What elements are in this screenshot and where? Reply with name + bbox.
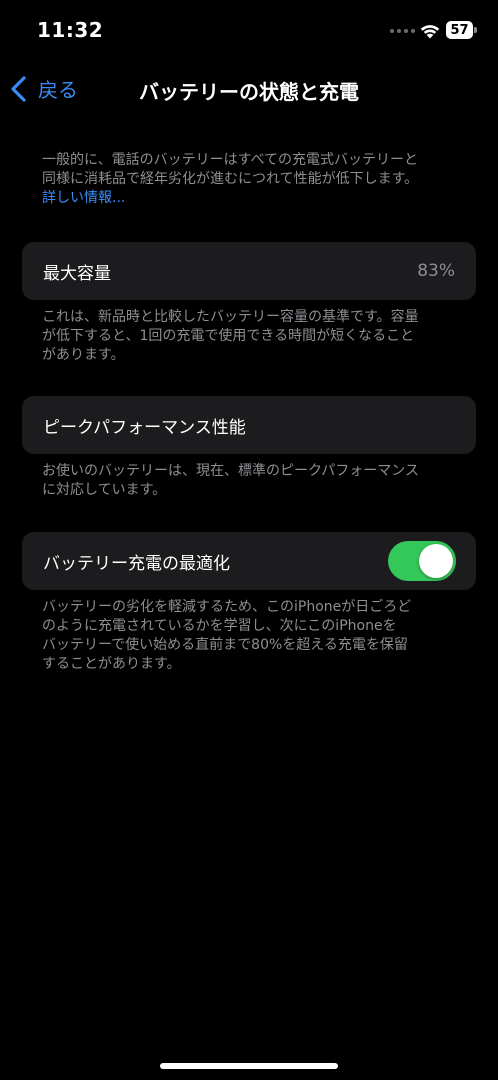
toggle-knob [419,544,453,578]
peak-performance-footer: お使いのバッテリーは、現在、標準のピークパフォーマンス に対応しています。 [42,462,462,500]
intro-description: 一般的に、電話のバッテリーはすべての充電式バッテリーと 同様に消耗品で経年劣化が… [42,151,462,208]
footer-line: があります。 [42,347,125,363]
intro-line-2: 同様に消耗品で経年劣化が進むにつれて性能が低下します。 [42,171,419,187]
status-bar: 11:32 57 [0,0,498,60]
status-time: 11:32 [37,18,104,42]
home-indicator[interactable] [160,1063,338,1069]
max-capacity-label: 最大容量 [43,263,111,284]
footer-line: これは、新品時と比較したバッテリー容量の基準です。容量 [42,309,419,325]
optimized-charging-cell: バッテリー充電の最適化 [22,532,476,590]
footer-line: することがあります。 [42,656,181,672]
footer-line: バッテリーで使い始める直前まで80%を超える充電を保留 [42,637,408,653]
optimized-charging-footer: バッテリーの劣化を軽減するため、このiPhoneが日ごろど のように充電されてい… [42,598,462,674]
footer-line: お使いのバッテリーは、現在、標準のピークパフォーマンス [42,463,420,479]
optimized-charging-label: バッテリー充電の最適化 [43,553,230,574]
footer-line: バッテリーの劣化を軽減するため、このiPhoneが日ごろど [42,599,412,615]
navigation-bar: 戻る バッテリーの状態と充電 [0,66,498,110]
learn-more-link[interactable]: 詳しい情報... [42,189,462,208]
max-capacity-cell: 最大容量 83% [22,242,476,300]
cellular-signal-icon [390,29,415,33]
page-title: バッテリーの状態と充電 [139,80,359,104]
max-capacity-value: 83% [417,261,455,281]
max-capacity-footer: これは、新品時と比較したバッテリー容量の基準です。容量 が低下すると、1回の充電… [42,308,462,365]
wifi-icon [420,25,440,39]
intro-line-1: 一般的に、電話のバッテリーはすべての充電式バッテリーと [42,152,419,168]
peak-performance-cell: ピークパフォーマンス性能 [22,396,476,454]
footer-line: のように充電されているかを学習し、次にこのiPhoneを [42,618,397,634]
battery-icon: 57 [446,21,478,39]
footer-line: が低下すると、1回の充電で使用できる時間が短くなること [42,328,415,344]
optimized-charging-toggle[interactable] [388,541,456,581]
peak-performance-label: ピークパフォーマンス性能 [43,417,246,438]
footer-line: に対応しています。 [42,482,167,498]
battery-level: 57 [446,21,473,39]
